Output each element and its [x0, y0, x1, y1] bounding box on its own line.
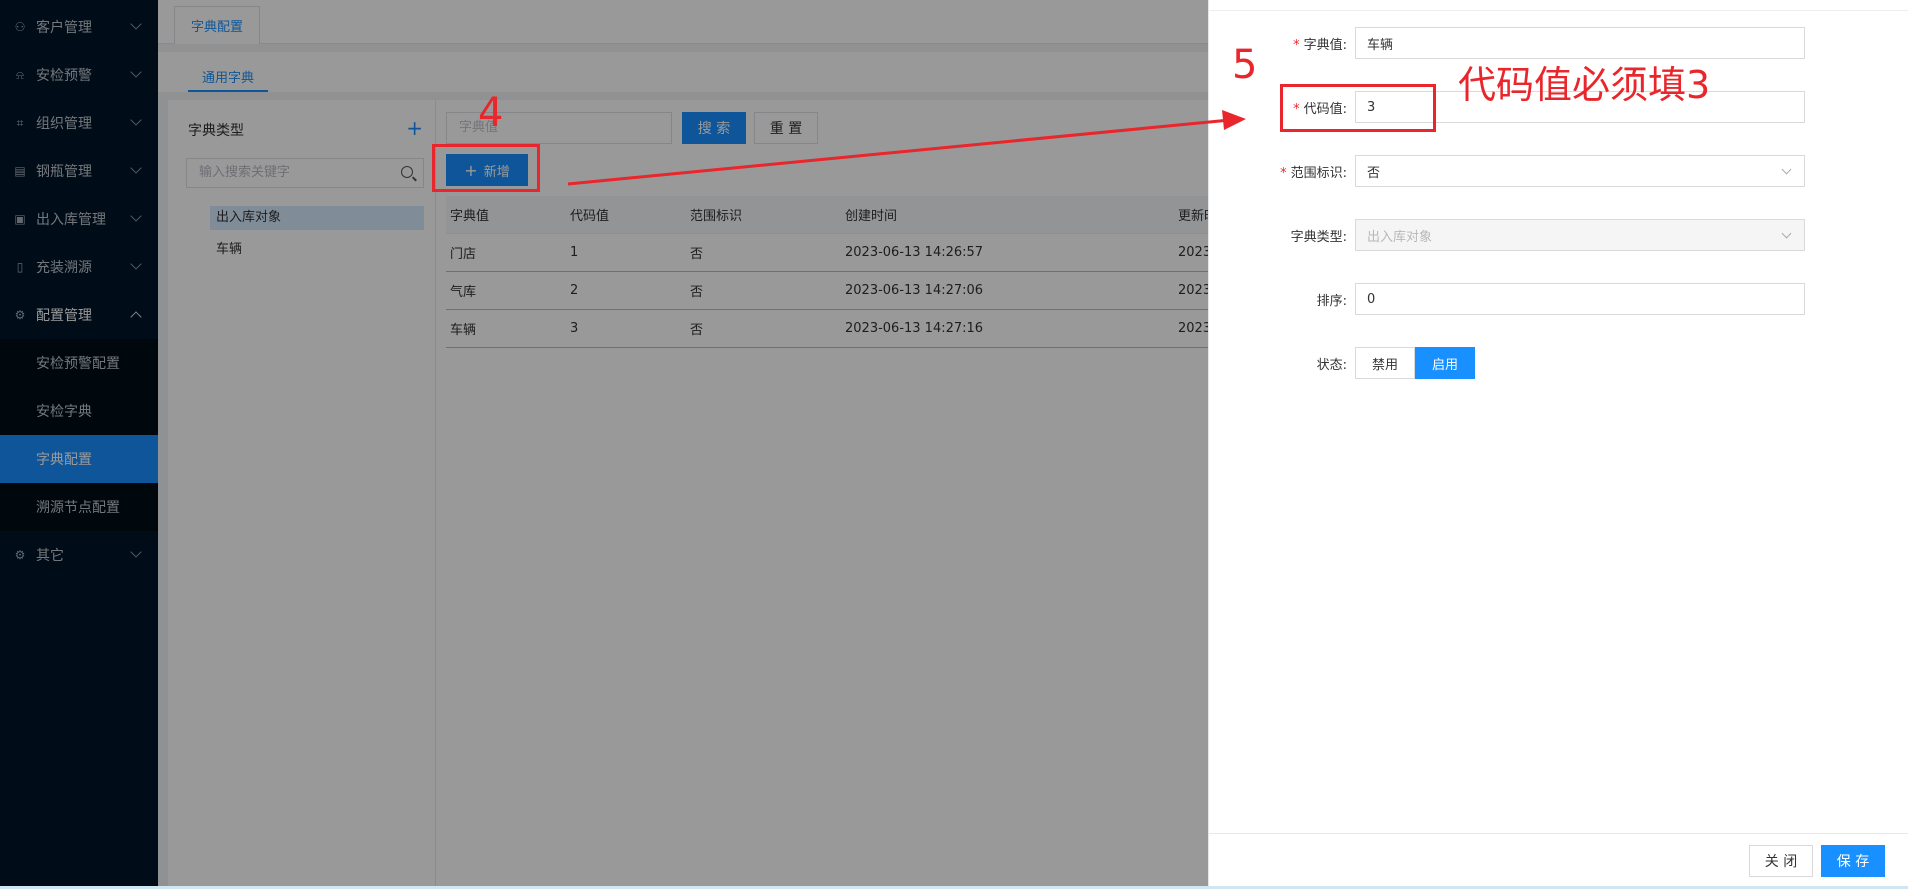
save-button[interactable]: 保 存 — [1821, 845, 1885, 877]
field-label: 字典类型: — [1290, 229, 1347, 245]
form-row-status: 状态: 禁用 启用 — [1209, 347, 1475, 379]
edit-drawer: * 字典值: 车辆 * 代码值: 3 * 范围标识: 否 字典类型: 出入库对象 排序… — [1208, 0, 1908, 889]
required-mark: * — [1280, 165, 1287, 181]
annotation-note: 代码值必须填3 — [1458, 63, 1711, 107]
dict-type-select: 出入库对象 — [1355, 219, 1805, 251]
form-row-range-flag: * 范围标识: 否 — [1209, 155, 1805, 187]
field-label-text: 字典值: — [1303, 37, 1347, 53]
select-value: 否 — [1367, 165, 1381, 181]
required-mark: * — [1293, 37, 1300, 53]
form-row-dict-type: 字典类型: 出入库对象 — [1209, 219, 1805, 251]
field-label: 状态: — [1316, 357, 1347, 373]
chevron-down-icon — [1781, 228, 1792, 239]
field-label: 排序: — [1316, 293, 1347, 309]
modal-mask[interactable] — [0, 0, 1208, 889]
annotation-step-4: 4 — [478, 90, 504, 136]
status-disable-button[interactable]: 禁用 — [1355, 347, 1415, 379]
sort-input[interactable]: 0 — [1355, 283, 1805, 315]
annotation-box-code — [1280, 84, 1436, 132]
annotation-step-5: 5 — [1232, 42, 1258, 88]
annotation-box-add — [432, 144, 540, 192]
chevron-down-icon — [1781, 164, 1792, 175]
field-label: * 字典值: — [1209, 34, 1355, 53]
form-row-sort: 排序: 0 — [1209, 283, 1805, 315]
field-label: * 范围标识: — [1209, 162, 1355, 181]
status-enable-button[interactable]: 启用 — [1415, 347, 1475, 379]
select-value: 出入库对象 — [1367, 229, 1433, 245]
range-flag-select[interactable]: 否 — [1355, 155, 1805, 187]
field-label-text: 范围标识: — [1290, 165, 1347, 181]
close-button[interactable]: 关 闭 — [1749, 845, 1813, 877]
status-toggle: 禁用 启用 — [1355, 347, 1475, 379]
drawer-divider — [1209, 10, 1908, 11]
drawer-footer: 关 闭 保 存 — [1209, 833, 1908, 889]
